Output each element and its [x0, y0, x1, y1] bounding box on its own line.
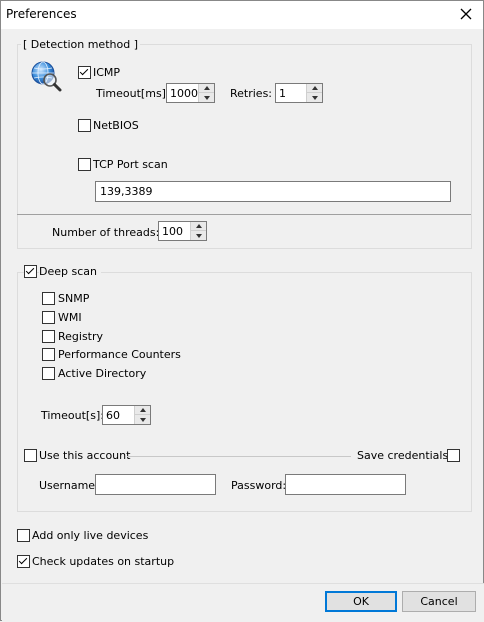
snmp-label: SNMP: [58, 292, 90, 305]
deep-scan-label: Deep scan: [39, 265, 101, 278]
netbios-label: NetBIOS: [93, 119, 139, 132]
live-devices-label: Add only live devices: [32, 529, 149, 542]
title-bar: Preferences: [1, 1, 483, 29]
spin-down-icon[interactable]: [199, 93, 214, 102]
threads-value[interactable]: 100: [162, 225, 183, 238]
retries-label: Retries:: [230, 87, 273, 100]
active-directory-label: Active Directory: [58, 367, 147, 380]
deep-scan-timeout-value[interactable]: 60: [106, 409, 120, 422]
retries-value[interactable]: 1: [279, 87, 286, 100]
use-account-checkbox[interactable]: [24, 449, 37, 462]
cancel-button[interactable]: Cancel: [402, 591, 476, 612]
registry-label: Registry: [58, 330, 104, 343]
wmi-label: WMI: [58, 311, 82, 324]
ports-input[interactable]: 139,3389: [95, 181, 451, 202]
username-label: Username:: [39, 479, 99, 492]
deep-scan-timeout-label: Timeout[s]:: [41, 409, 104, 422]
password-input[interactable]: [285, 474, 406, 495]
active-directory-checkbox[interactable]: [42, 367, 55, 380]
snmp-checkbox[interactable]: [42, 292, 55, 305]
netbios-checkbox[interactable]: [78, 119, 91, 132]
spin-up-icon[interactable]: [191, 222, 206, 231]
check-updates-label: Check updates on startup: [32, 555, 175, 568]
registry-checkbox[interactable]: [42, 330, 55, 343]
save-credentials-checkbox[interactable]: [447, 449, 460, 462]
window-title: Preferences: [6, 7, 77, 21]
icmp-timeout-label: Timeout[ms]:: [96, 87, 170, 100]
tcp-scan-label: TCP Port scan: [93, 158, 168, 171]
retries-spinner[interactable]: 1: [275, 83, 323, 103]
threads-spinner[interactable]: 100: [158, 221, 207, 241]
dialog-footer: OK Cancel: [2, 583, 484, 622]
detection-legend: [ Detection method ]: [21, 38, 140, 51]
deep-scan-timeout-spin-buttons: [134, 406, 150, 424]
tcp-scan-checkbox[interactable]: [78, 158, 91, 171]
live-devices-checkbox[interactable]: [17, 529, 30, 542]
close-icon[interactable]: [453, 1, 479, 27]
icmp-timeout-spinner[interactable]: 1000: [166, 83, 215, 103]
spin-down-icon[interactable]: [135, 415, 150, 424]
threads-label: Number of threads:: [52, 226, 160, 239]
ok-button[interactable]: OK: [325, 591, 397, 612]
deep-scan-checkbox[interactable]: [24, 265, 37, 278]
icmp-label: ICMP: [93, 66, 121, 79]
performance-counters-label: Performance Counters: [58, 348, 181, 361]
spin-down-icon[interactable]: [307, 93, 322, 102]
retries-spin-buttons: [306, 84, 322, 102]
preferences-window: Preferences [ Detection method ] ICMP Ti…: [0, 0, 484, 622]
icmp-timeout-spin-buttons: [198, 84, 214, 102]
spin-down-icon[interactable]: [191, 231, 206, 240]
username-input[interactable]: [95, 474, 216, 495]
spin-up-icon[interactable]: [307, 84, 322, 93]
wmi-checkbox[interactable]: [42, 311, 55, 324]
account-separator: [127, 456, 351, 457]
performance-counters-checkbox[interactable]: [42, 348, 55, 361]
spin-up-icon[interactable]: [135, 406, 150, 415]
check-updates-checkbox[interactable]: [17, 555, 30, 568]
deep-scan-timeout-spinner[interactable]: 60: [102, 405, 151, 425]
use-account-label: Use this account: [39, 449, 131, 462]
password-label: Password:: [231, 479, 287, 492]
threads-spin-buttons: [190, 222, 206, 240]
icmp-checkbox[interactable]: [78, 66, 91, 79]
globe-magnifier-icon: [30, 60, 62, 92]
detection-separator: [17, 214, 471, 215]
spin-up-icon[interactable]: [199, 84, 214, 93]
icmp-timeout-value[interactable]: 1000: [170, 87, 198, 100]
save-credentials-label: Save credentials: [357, 449, 449, 462]
